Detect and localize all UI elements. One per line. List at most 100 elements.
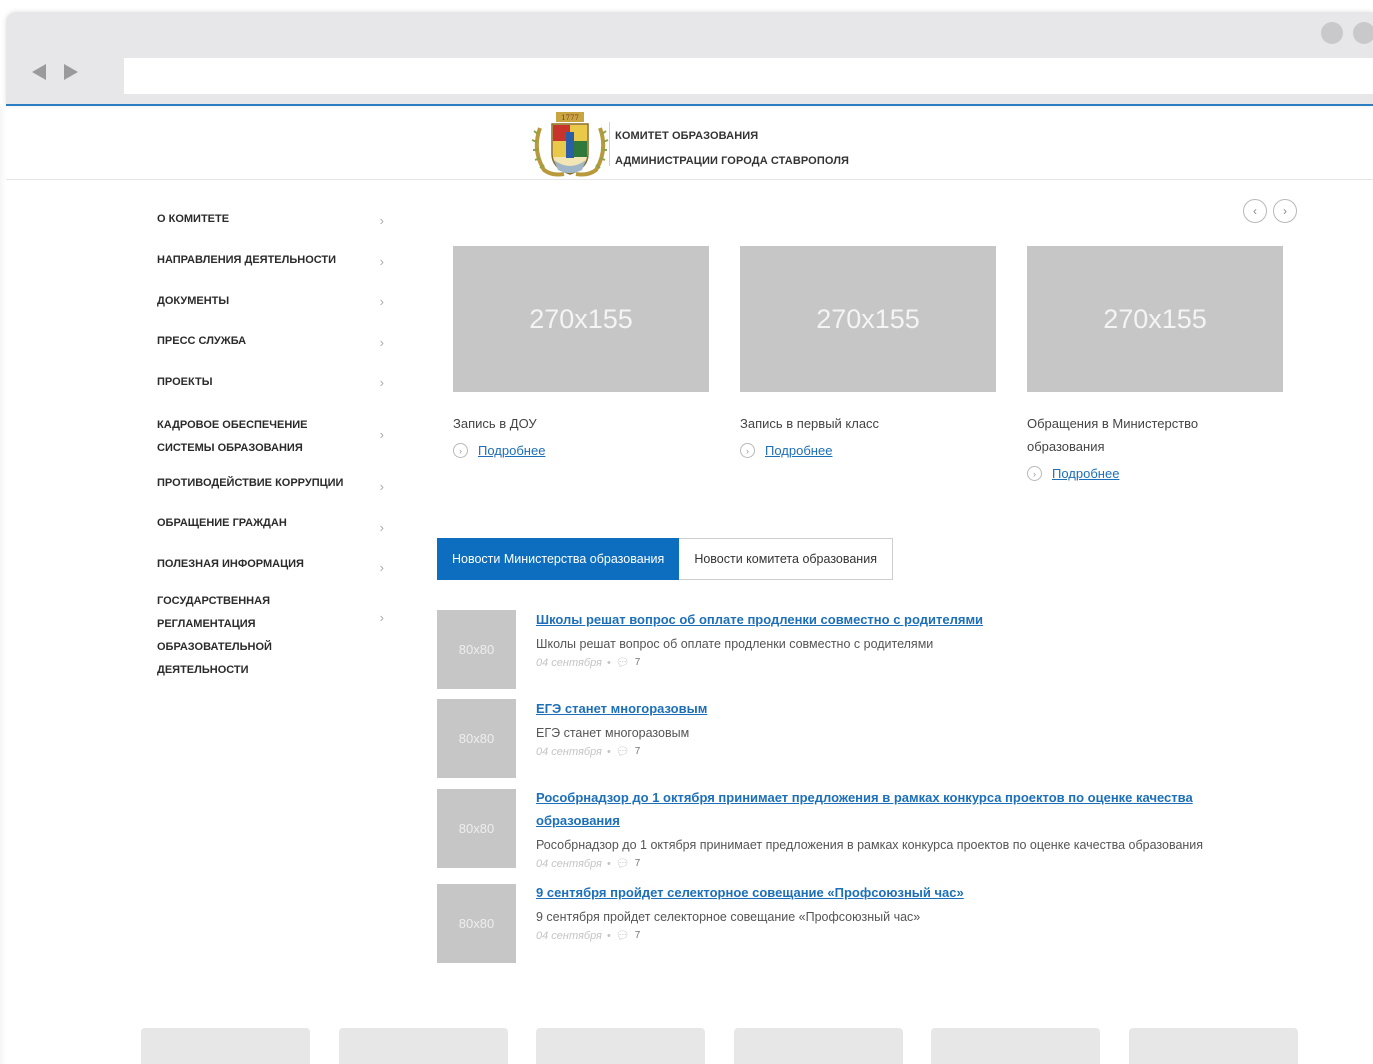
sidebar-item-projects[interactable]: ПРОЕКТЫ › xyxy=(157,363,392,403)
news-date: 04 сентября xyxy=(536,858,602,870)
news-date: 04 сентября xyxy=(536,746,602,758)
sidebar-item-label: О КОМИТЕТЕ xyxy=(157,213,230,225)
sidebar-item-citizens-appeals[interactable]: ОБРАЩЕНИЕ ГРАЖДАН › xyxy=(157,507,392,548)
site-title-line2: АДМИНИСТРАЦИИ ГОРОДА СТАВРОПОЛЯ xyxy=(615,155,850,167)
sidebar-item-label: ПРОТИВОДЕЙСТВИЕ КОРРУПЦИИ xyxy=(157,477,344,489)
footer-banner-placeholder[interactable] xyxy=(141,1028,310,1064)
service-card: 270x155 Запись в первый класс › Подробне… xyxy=(740,246,996,458)
news-title-link[interactable]: 9 сентября пройдет селекторное совещание… xyxy=(536,885,964,900)
footer-banner-placeholder[interactable] xyxy=(1129,1028,1298,1064)
more-link[interactable]: › Подробнее xyxy=(1027,466,1237,481)
sidebar-item-regulation[interactable]: ГОСУДАРСТВЕННАЯ РЕГЛАМЕНТАЦИЯ ОБРАЗОВАТЕ… xyxy=(157,588,392,676)
card-image-placeholder[interactable]: 270x155 xyxy=(1027,246,1283,392)
sidebar-item-label: ОБРАЩЕНИЕ ГРАЖДАН xyxy=(157,517,287,529)
more-link-label: Подробнее xyxy=(765,443,833,458)
carousel-next-button[interactable]: › xyxy=(1273,199,1297,223)
news-tabs: Новости Министерства образования Новости… xyxy=(437,538,893,580)
news-meta: 04 сентября • 💬︎ 7 xyxy=(536,655,1316,671)
footer-banner-placeholder[interactable] xyxy=(339,1028,508,1064)
sidebar-item-useful-info[interactable]: ПОЛЕЗНАЯ ИНФОРМАЦИЯ › xyxy=(157,548,392,588)
more-link[interactable]: › Подробнее xyxy=(740,443,996,458)
window-dot-icon[interactable] xyxy=(1353,22,1373,44)
sidebar-nav: О КОМИТЕТЕ › НАПРАВЛЕНИЯ ДЕЯТЕЛЬНОСТИ › ДО… xyxy=(157,200,392,676)
news-description: 9 сентября пройдет селекторное совещание… xyxy=(536,910,921,924)
news-thumbnail[interactable]: 80x80 xyxy=(437,699,516,778)
more-link-label: Подробнее xyxy=(478,443,546,458)
browser-nav xyxy=(32,64,78,80)
chevron-left-icon: ‹ xyxy=(1253,204,1257,218)
news-description: Рособрнадзор до 1 октября принимает пред… xyxy=(536,838,1204,852)
forward-arrow-icon[interactable] xyxy=(64,64,78,80)
chevron-right-icon: › xyxy=(379,427,384,442)
news-title-link[interactable]: Школы решат вопрос об оплате продленки с… xyxy=(536,612,983,627)
service-card: 270x155 Обращения в Министерство образов… xyxy=(1027,246,1283,481)
site-title[interactable]: КОМИТЕТ ОБРАЗОВАНИЯ АДМИНИСТРАЦИИ ГОРОДА… xyxy=(615,124,849,174)
chevron-right-icon: › xyxy=(379,560,384,575)
address-bar[interactable] xyxy=(124,58,1373,94)
sidebar-item-label: ДОКУМЕНТЫ xyxy=(157,295,230,307)
news-title-link[interactable]: ЕГЭ станет многоразовым xyxy=(536,701,707,716)
tab-committee-news[interactable]: Новости комитета образования xyxy=(679,538,893,580)
news-date: 04 сентября xyxy=(536,657,602,669)
news-meta: 04 сентября • 💬︎ 7 xyxy=(536,856,1276,872)
news-date: 04 сентября xyxy=(536,930,602,942)
meta-separator-icon: • xyxy=(606,858,611,870)
coat-of-arms-icon[interactable]: 1777 xyxy=(530,110,610,178)
comment-count: 7 xyxy=(634,746,641,757)
more-link[interactable]: › Подробнее xyxy=(453,443,709,458)
news-description: ЕГЭ станет многоразовым xyxy=(536,726,690,740)
footer-banner-placeholder[interactable] xyxy=(734,1028,903,1064)
sidebar-item-anticorruption[interactable]: ПРОТИВОДЕЙСТВИЕ КОРРУПЦИИ › xyxy=(157,467,392,507)
sidebar-item-documents[interactable]: ДОКУМЕНТЫ › xyxy=(157,282,392,322)
news-thumbnail[interactable]: 80x80 xyxy=(437,884,516,963)
comment-count: 7 xyxy=(634,930,641,941)
sidebar-item-staffing[interactable]: КАДРОВОЕ ОБЕСПЕЧЕНИЕ СИСТЕМЫ ОБРАЗОВАНИЯ… xyxy=(157,403,392,467)
comment-count: 7 xyxy=(634,858,641,869)
carousel-controls: ‹ › xyxy=(1243,199,1297,223)
carousel-prev-button[interactable]: ‹ xyxy=(1243,199,1267,223)
chevron-right-icon: › xyxy=(379,294,384,309)
meta-separator-icon: • xyxy=(606,746,611,758)
news-thumbnail[interactable]: 80x80 xyxy=(437,610,516,689)
sidebar-item-label: ПРЕСС СЛУЖБА xyxy=(157,335,247,347)
news-title-link[interactable]: Рособрнадзор до 1 октября принимает пред… xyxy=(536,790,1193,828)
sidebar-item-label: ПОЛЕЗНАЯ ИНФОРМАЦИЯ xyxy=(157,558,304,570)
chevron-right-circle-icon: › xyxy=(453,443,468,458)
meta-separator-icon: • xyxy=(606,657,611,669)
chevron-right-icon: › xyxy=(379,519,384,535)
meta-separator-icon: • xyxy=(606,930,611,942)
sidebar-item-label: ГОСУДАРСТВЕННАЯ РЕГЛАМЕНТАЦИЯ ОБРАЗОВАТЕ… xyxy=(157,595,272,676)
chevron-right-circle-icon: › xyxy=(1027,466,1042,481)
comment-count: 7 xyxy=(634,657,641,668)
chevron-right-icon: › xyxy=(379,253,384,269)
comment-icon: 💬︎ xyxy=(615,858,630,870)
chevron-right-icon: › xyxy=(1283,204,1287,218)
sidebar-item-label: КАДРОВОЕ ОБЕСПЕЧЕНИЕ СИСТЕМЫ ОБРАЗОВАНИЯ xyxy=(157,419,308,454)
comment-icon: 💬︎ xyxy=(615,930,630,942)
more-link-label: Подробнее xyxy=(1052,466,1120,481)
sidebar-item-about[interactable]: О КОМИТЕТЕ › xyxy=(157,200,392,241)
card-title: Запись в первый класс xyxy=(740,416,880,431)
card-title: Запись в ДОУ xyxy=(453,416,537,431)
news-thumbnail[interactable]: 80x80 xyxy=(437,789,516,868)
sidebar-item-activities[interactable]: НАПРАВЛЕНИЯ ДЕЯТЕЛЬНОСТИ › xyxy=(157,241,392,282)
emblem-year: 1777 xyxy=(561,114,579,122)
header-divider xyxy=(609,122,610,166)
footer-banner-placeholder[interactable] xyxy=(536,1028,705,1064)
service-card: 270x155 Запись в ДОУ › Подробнее xyxy=(453,246,709,458)
chevron-right-icon: › xyxy=(379,479,384,494)
sidebar-item-press[interactable]: ПРЕСС СЛУЖБА › xyxy=(157,322,392,363)
footer-banner-placeholder[interactable] xyxy=(931,1028,1100,1064)
tab-ministry-news[interactable]: Новости Министерства образования xyxy=(437,538,680,580)
sidebar-item-label: ПРОЕКТЫ xyxy=(157,376,213,388)
chevron-right-circle-icon: › xyxy=(740,443,755,458)
chevron-right-icon: › xyxy=(379,610,384,625)
back-arrow-icon[interactable] xyxy=(32,64,46,80)
window-dot-icon[interactable] xyxy=(1321,22,1343,44)
card-image-placeholder[interactable]: 270x155 xyxy=(453,246,709,392)
card-image-placeholder[interactable]: 270x155 xyxy=(740,246,996,392)
sidebar-item-label: НАПРАВЛЕНИЯ ДЕЯТЕЛЬНОСТИ xyxy=(157,254,337,266)
news-meta: 04 сентября • 💬︎ 7 xyxy=(536,744,1316,760)
news-description: Школы решат вопрос об оплате продленки с… xyxy=(536,637,934,651)
site-title-line1: КОМИТЕТ ОБРАЗОВАНИЯ xyxy=(615,130,759,142)
